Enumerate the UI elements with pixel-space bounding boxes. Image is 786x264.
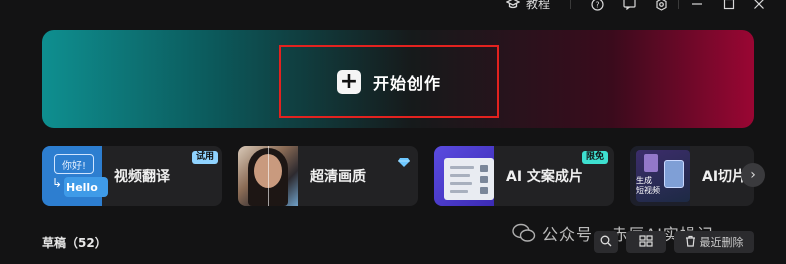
clip-preview (644, 154, 658, 172)
tool-card-hd-quality[interactable]: 超清画质 (238, 146, 418, 206)
recently-deleted-label: 最近删除 (699, 236, 744, 249)
grid-view-icon (639, 234, 653, 250)
title-bar: 教程 ? (0, 0, 786, 14)
plus-icon: + (336, 69, 361, 94)
tool-label: 超清画质 (310, 169, 366, 185)
arrow-icon: ↳ (52, 176, 63, 190)
doc-line (450, 190, 468, 193)
divider (570, 0, 571, 9)
start-creation-label: 开始创作 (372, 73, 441, 93)
tool-label: AI 文案成片 (506, 169, 583, 185)
recently-deleted-button[interactable]: 最近删除 (674, 231, 754, 253)
hd-quality-thumbnail (238, 146, 298, 206)
tutorial-button[interactable]: 教程 (505, 0, 551, 14)
minimize-icon[interactable] (690, 0, 704, 10)
doc-line (450, 182, 472, 185)
trial-badge: 试用 (191, 151, 218, 164)
free-badge: 限免 (581, 151, 608, 164)
thumb-caption: 生成 短视频 (636, 176, 660, 195)
maximize-icon[interactable] (722, 0, 736, 10)
compare-divider (268, 146, 269, 206)
tutorial-label: 教程 (526, 0, 551, 11)
search-icon (600, 235, 612, 250)
doc-line (450, 174, 470, 177)
drafts-title: 草稿（52） (42, 236, 107, 250)
tool-card-ai-clip[interactable]: 生成 短视频 AI切片 (630, 146, 754, 206)
doc-image (480, 187, 488, 194)
close-icon[interactable] (752, 0, 766, 10)
ai-script-thumbnail (434, 146, 494, 206)
wechat-logo-icon (512, 223, 536, 243)
thumb-bubble-source: 你好! (54, 154, 94, 174)
start-creation-button[interactable]: + 开始创作 (279, 45, 499, 118)
tool-label: 视频翻译 (114, 169, 170, 185)
thumb-bubble-target: Hello (64, 177, 108, 197)
graduation-cap-icon (505, 0, 521, 14)
tool-card-video-translate[interactable]: 你好! ↳ Hello 视频翻译 试用 (42, 146, 222, 206)
settings-icon[interactable] (654, 0, 668, 11)
diamond-icon (398, 152, 410, 171)
chevron-right-icon[interactable]: › (741, 163, 765, 187)
clip-preview (664, 160, 684, 188)
doc-line (450, 166, 474, 169)
doc-image (480, 165, 488, 172)
divider (678, 0, 679, 9)
tool-label: AI切片 (702, 169, 747, 185)
feedback-icon[interactable] (622, 0, 636, 10)
svg-text:?: ? (595, 0, 599, 9)
tool-card-ai-script-video[interactable]: AI 文案成片 限免 (434, 146, 614, 206)
trash-icon (685, 235, 696, 250)
video-translate-thumbnail: 你好! ↳ Hello (42, 146, 108, 206)
ai-clip-thumbnail: 生成 短视频 (630, 146, 690, 206)
search-button[interactable] (594, 231, 618, 253)
help-icon[interactable]: ? (590, 0, 604, 11)
doc-image (480, 176, 488, 183)
view-toggle-button[interactable] (626, 231, 666, 253)
